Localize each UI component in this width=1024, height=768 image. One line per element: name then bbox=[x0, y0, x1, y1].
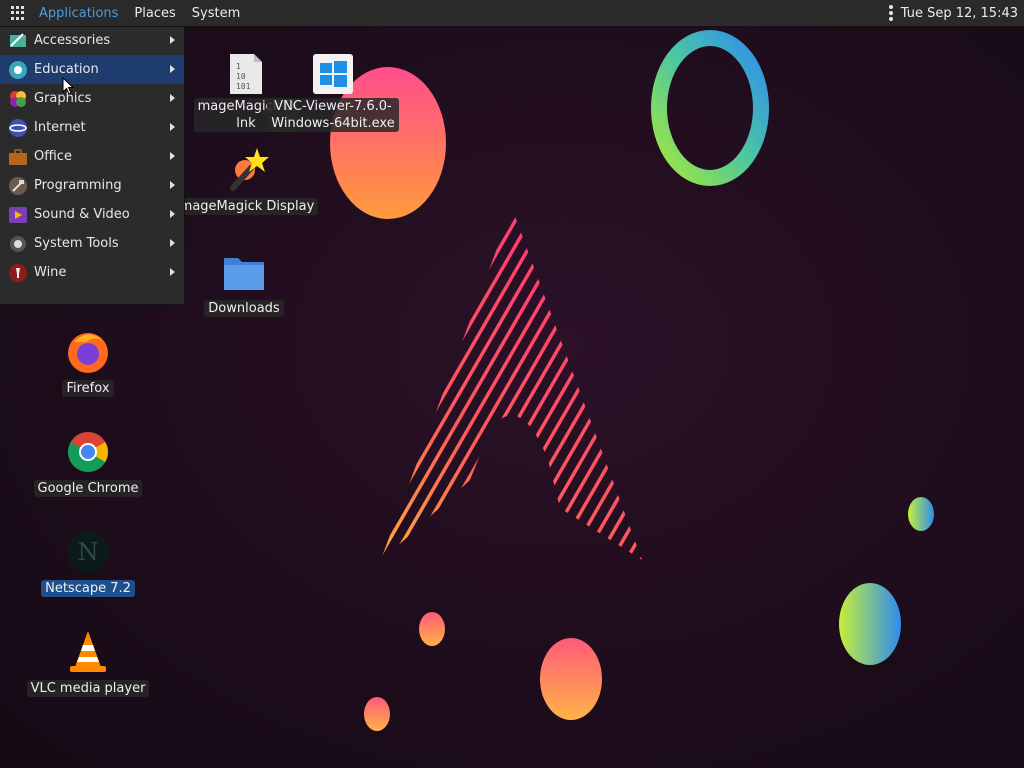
accessories-icon bbox=[8, 31, 28, 51]
clock[interactable]: Tue Sep 12, 15:43 bbox=[901, 6, 1018, 21]
desktop-icon-label: Google Chrome bbox=[33, 480, 143, 497]
graphics-icon bbox=[8, 89, 28, 109]
education-icon bbox=[8, 60, 28, 80]
windows-exe-icon bbox=[309, 50, 357, 98]
desktop-icon-netscape[interactable]: N Netscape 7.2 bbox=[38, 528, 138, 597]
desktop-icon-google-chrome[interactable]: Google Chrome bbox=[28, 428, 148, 497]
menu-item-system-tools[interactable]: System Tools bbox=[0, 229, 184, 258]
menu-item-internet[interactable]: Internet bbox=[0, 113, 184, 142]
menu-item-wine[interactable]: Wine bbox=[0, 258, 184, 287]
applications-menu[interactable]: Applications bbox=[34, 6, 126, 21]
office-icon bbox=[8, 147, 28, 167]
top-panel: Applications Places System Tue Sep 12, 1… bbox=[0, 0, 1024, 27]
desktop-icon-vnc-viewer[interactable]: VNC-Viewer-7.6.0- Windows-64bit.exe bbox=[267, 50, 399, 132]
desktop-icon-label: Downloads bbox=[204, 300, 284, 317]
vlc-cone-icon bbox=[64, 628, 112, 676]
chevron-right-icon bbox=[170, 123, 175, 131]
firefox-icon bbox=[64, 328, 112, 376]
desktop-icon-firefox[interactable]: Firefox bbox=[38, 328, 138, 397]
panel-overflow-icon[interactable] bbox=[888, 5, 893, 21]
apps-grid-icon[interactable] bbox=[11, 6, 25, 20]
chrome-icon bbox=[64, 428, 112, 476]
desktop-icon-imagemagick-display[interactable]: mageMagick Display bbox=[175, 146, 319, 215]
chevron-right-icon bbox=[170, 94, 175, 102]
menu-item-graphics[interactable]: Graphics bbox=[0, 84, 184, 113]
svg-text:10: 10 bbox=[236, 72, 246, 81]
menu-item-education[interactable]: Education bbox=[0, 55, 184, 84]
places-menu[interactable]: Places bbox=[126, 6, 183, 21]
menu-item-programming[interactable]: Programming bbox=[0, 171, 184, 200]
mouse-cursor-icon bbox=[62, 77, 74, 95]
svg-text:1: 1 bbox=[236, 62, 241, 71]
programming-icon bbox=[8, 176, 28, 196]
chevron-right-icon bbox=[170, 36, 175, 44]
desktop-icon-label: VLC media player bbox=[26, 680, 150, 697]
svg-text:N: N bbox=[78, 538, 99, 566]
wine-icon bbox=[8, 263, 28, 283]
menu-item-accessories[interactable]: Accessories bbox=[0, 26, 184, 55]
svg-text:101: 101 bbox=[236, 82, 251, 91]
desktop-icon-label: Firefox bbox=[62, 380, 114, 397]
desktop-icon-label: VNC-Viewer-7.6.0- Windows-64bit.exe bbox=[267, 98, 399, 132]
binary-file-icon: 1 10 101 bbox=[222, 50, 270, 98]
applications-dropdown: Accessories Education Graphics Internet … bbox=[0, 25, 185, 305]
chevron-right-icon bbox=[170, 268, 175, 276]
desktop-icon-vlc[interactable]: VLC media player bbox=[26, 628, 150, 697]
system-menu[interactable]: System bbox=[184, 6, 248, 21]
menu-item-office[interactable]: Office bbox=[0, 142, 184, 171]
internet-icon bbox=[8, 118, 28, 138]
desktop-icon-label: mageMagick Display bbox=[175, 198, 319, 215]
chevron-right-icon bbox=[170, 181, 175, 189]
chevron-right-icon bbox=[170, 210, 175, 218]
system-tools-icon bbox=[8, 234, 28, 254]
chevron-right-icon bbox=[170, 152, 175, 160]
menu-item-sound-video[interactable]: Sound & Video bbox=[0, 200, 184, 229]
desktop-icon-label: Netscape 7.2 bbox=[41, 580, 135, 597]
chevron-right-icon bbox=[170, 239, 175, 247]
netscape-icon: N bbox=[64, 528, 112, 576]
sound-video-icon bbox=[8, 205, 28, 225]
magic-wand-icon bbox=[223, 146, 271, 194]
folder-icon bbox=[220, 248, 268, 296]
chevron-right-icon bbox=[170, 65, 175, 73]
desktop-icon-downloads[interactable]: Downloads bbox=[194, 248, 294, 317]
